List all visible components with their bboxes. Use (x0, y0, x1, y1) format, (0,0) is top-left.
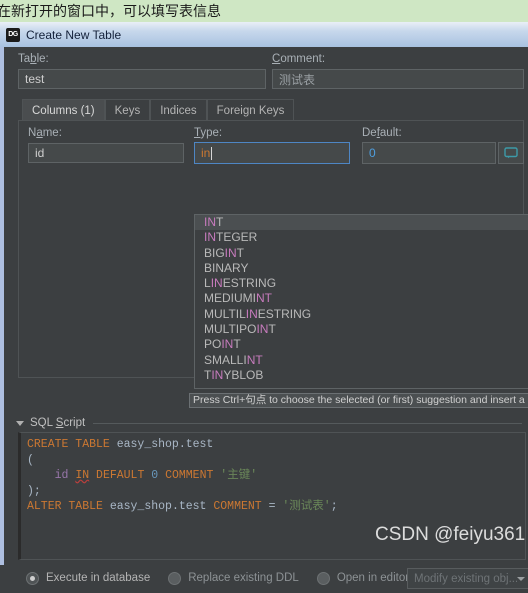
sql-line: CREATE TABLE easy_shop.test (27, 438, 214, 451)
autocomplete-item[interactable]: MEDIUMINT (195, 291, 528, 306)
column-type-value: in (201, 146, 211, 160)
radio-option[interactable]: Replace existing DDL (168, 571, 299, 585)
radio-option[interactable]: Execute in database (26, 571, 151, 585)
autocomplete-item[interactable]: BINARY (195, 261, 528, 276)
radio-dot (30, 575, 35, 581)
divider (93, 422, 522, 424)
column-name-label: Name: (28, 127, 62, 139)
sql-line: ); (27, 484, 41, 498)
editor-tabs: Columns (1) Keys Indices Foreign Keys (22, 99, 295, 121)
column-comment-button[interactable] (498, 142, 524, 164)
comment-bubble-icon (504, 147, 518, 159)
dialog-titlebar: DG Create New Table (0, 22, 528, 48)
type-autocomplete-popup[interactable]: INT INTEGER BIGINT BINARY LINESTRING MEDIUMIN… (194, 214, 528, 389)
tab-keys[interactable]: Keys (104, 99, 151, 121)
sql-script-editor[interactable]: CREATE TABLE easy_shop.test ( id IN DEFAU… (18, 432, 526, 560)
table-comment-value: 测试表 (279, 72, 316, 87)
column-type-input[interactable]: in (194, 142, 350, 164)
annotation-banner-text: 在新打开的窗口中，可以填写表信息 (0, 3, 221, 19)
sql-script-code: CREATE TABLE easy_shop.test ( id IN DEFAU… (21, 433, 525, 515)
autocomplete-item[interactable]: INTEGER (195, 230, 528, 245)
chevron-down-icon[interactable] (517, 576, 525, 581)
autocomplete-item[interactable]: INT (195, 215, 528, 231)
radio-option-label: Execute in database (46, 572, 151, 584)
text-caret (211, 146, 213, 160)
tab-foreign-keys[interactable]: Foreign Keys (206, 99, 295, 121)
annotation-banner: 在新打开的窗口中，可以填写表信息 (0, 0, 528, 22)
autocomplete-hint: Press Ctrl+句点 to choose the selected (or… (189, 393, 528, 408)
column-default-value: 0 (369, 146, 376, 160)
table-name-label: Table: (18, 53, 49, 65)
existing-object-action-combo[interactable]: Modify existing obj... (407, 568, 528, 589)
create-new-table-dialog: DG Create New Table Table: test Comment:… (0, 22, 528, 589)
table-comment-input[interactable]: 测试表 (272, 69, 524, 89)
sql-script-title: SQL Script (30, 417, 86, 429)
column-default-input[interactable]: 0 (362, 142, 496, 164)
chevron-down-icon[interactable] (16, 420, 24, 426)
sql-line: id IN DEFAULT 0 COMMENT '主键' (54, 469, 258, 482)
autocomplete-item[interactable]: POINT (195, 337, 528, 352)
autocomplete-item[interactable]: SMALLINT (195, 353, 528, 368)
radio-selected-icon[interactable] (26, 571, 39, 585)
tab-indices[interactable]: Indices (150, 99, 207, 121)
column-type-label: Type: (194, 127, 223, 139)
tab-columns-1[interactable]: Columns (1) (22, 99, 105, 121)
sql-script-header[interactable]: SQL Script (16, 415, 526, 431)
radio-option-label: Replace existing DDL (188, 572, 299, 584)
datagrip-logo-icon: DG (6, 27, 20, 42)
column-default-label: Default: (362, 127, 402, 139)
radio-option-label: Open in editor (336, 572, 410, 584)
radio-unselected-icon[interactable] (316, 571, 330, 585)
column-name-input[interactable]: id (28, 143, 184, 163)
table-name-input[interactable]: test (18, 69, 266, 89)
dialog-title: Create New Table (26, 27, 122, 42)
autocomplete-item[interactable]: MULTILINESTRING (195, 307, 528, 322)
existing-object-action-value: Modify existing obj... (414, 572, 517, 585)
type-autocomplete-list: INT INTEGER BIGINT BINARY LINESTRING MEDIUMIN… (195, 215, 528, 383)
radio-option[interactable]: Open in editor (316, 571, 410, 585)
autocomplete-item[interactable]: BIGINT (195, 246, 528, 261)
sql-line: ALTER TABLE easy_shop.test COMMENT = '测试… (27, 500, 338, 513)
table-comment-label: Comment: (272, 53, 326, 65)
autocomplete-item[interactable]: LINESTRING (195, 276, 528, 291)
sql-line: ( (27, 453, 34, 467)
dialog-body: Table: test Comment: 测试表 Columns (1) Keys… (0, 47, 528, 589)
autocomplete-item[interactable]: TINYBLOB (195, 368, 528, 383)
column-name-value: id (35, 146, 45, 160)
radio-unselected-icon[interactable] (168, 571, 182, 585)
autocomplete-item[interactable]: MULTIPOINT (195, 322, 528, 337)
table-name-value: test (25, 72, 45, 86)
ddl-action-radio-group: Execute in database Replace existing DDL O… (26, 571, 427, 585)
